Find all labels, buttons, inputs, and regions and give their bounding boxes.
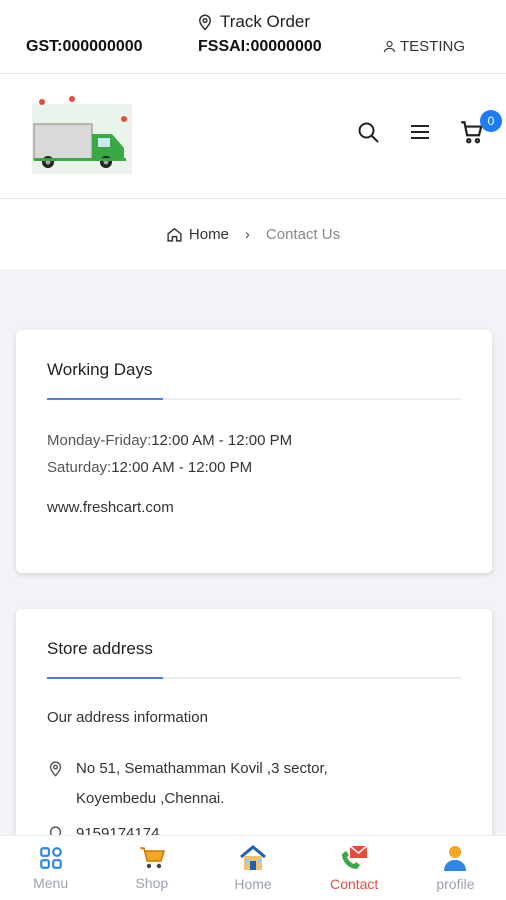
phone-row[interactable]: 9159174174 (47, 819, 159, 835)
cart-button[interactable]: 0 (458, 110, 502, 146)
location-pin-icon (198, 14, 211, 31)
nav-profile-label: profile (436, 876, 475, 892)
search-button[interactable] (354, 118, 382, 146)
chevron-right-icon: › (244, 225, 250, 243)
home-icon (167, 227, 182, 242)
store-address-title: Store address (47, 639, 153, 658)
user-name: TESTING (400, 38, 466, 55)
nav-profile[interactable]: profile (405, 836, 506, 900)
address-line-2: Koyembedu ,Chennai. (76, 790, 225, 807)
nav-home-label: Home (234, 876, 272, 892)
breadcrumb-home-link[interactable]: Home (166, 226, 229, 243)
grid-icon (39, 847, 62, 869)
bottom-nav: Menu Shop Home Contact profile (0, 835, 506, 900)
nav-contact[interactable]: Contact (304, 836, 405, 900)
nav-menu-label: Menu (33, 875, 69, 891)
fssai-number: FSSAI:00000000 (198, 38, 322, 55)
track-order-link[interactable]: Track Order (0, 12, 506, 32)
search-icon (358, 122, 379, 143)
divider (47, 677, 461, 679)
saturday-hours-row: Saturday:12:00 AM - 12:00 PM (47, 459, 252, 476)
breadcrumb-home-label: Home (188, 225, 229, 243)
phone-number: 9159174174 (76, 825, 160, 835)
breadcrumb: Home › Contact Us (0, 199, 506, 269)
nav-menu[interactable]: Menu (0, 836, 101, 900)
working-days-title: Working Days (47, 360, 153, 379)
phone-icon (49, 826, 62, 835)
profile-icon (444, 846, 467, 871)
nav-shop[interactable]: Shop (101, 836, 202, 900)
menu-button[interactable] (406, 118, 434, 146)
website-link[interactable]: www.freshcart.com (47, 499, 174, 516)
weekday-label: Monday-Friday: (47, 432, 152, 449)
gst-number: GST:000000000 (26, 38, 143, 55)
address-row: No 51, Semathamman Kovil ,3 sector, Koye… (47, 754, 328, 814)
location-pin-icon (49, 761, 62, 777)
weekday-hours: 12:00 AM - 12:00 PM (151, 432, 293, 449)
top-bar: Track Order GST:000000000 FSSAI:00000000… (0, 0, 506, 74)
hamburger-icon (411, 125, 429, 139)
freshcart-logo[interactable] (22, 94, 142, 179)
contact-phone-icon (342, 845, 368, 869)
track-order-label: Track Order (219, 12, 311, 31)
divider (47, 398, 461, 400)
main-content: Working Days Monday-Friday:12:00 AM - 12… (0, 269, 506, 835)
saturday-label: Saturday: (47, 459, 112, 476)
store-address-card: Store address Our address information No… (16, 609, 492, 835)
nav-contact-label: Contact (330, 876, 379, 892)
weekday-hours-row: Monday-Friday:12:00 AM - 12:00 PM (47, 432, 292, 449)
shopping-cart-icon (139, 847, 165, 869)
breadcrumb-current: Contact Us (265, 225, 341, 243)
house-icon (240, 845, 266, 870)
working-days-card: Working Days Monday-Friday:12:00 AM - 12… (16, 330, 492, 573)
site-header: 0 (0, 74, 506, 199)
cart-count-badge: 0 (480, 110, 502, 132)
nav-home[interactable]: Home (202, 836, 303, 900)
address-subtitle: Our address information (47, 709, 208, 726)
user-account-link[interactable]: TESTING (382, 38, 465, 55)
address-line-1: No 51, Semathamman Kovil ,3 sector, (76, 760, 328, 777)
saturday-hours: 12:00 AM - 12:00 PM (111, 459, 253, 476)
nav-shop-label: Shop (135, 875, 169, 891)
user-icon (383, 40, 396, 53)
